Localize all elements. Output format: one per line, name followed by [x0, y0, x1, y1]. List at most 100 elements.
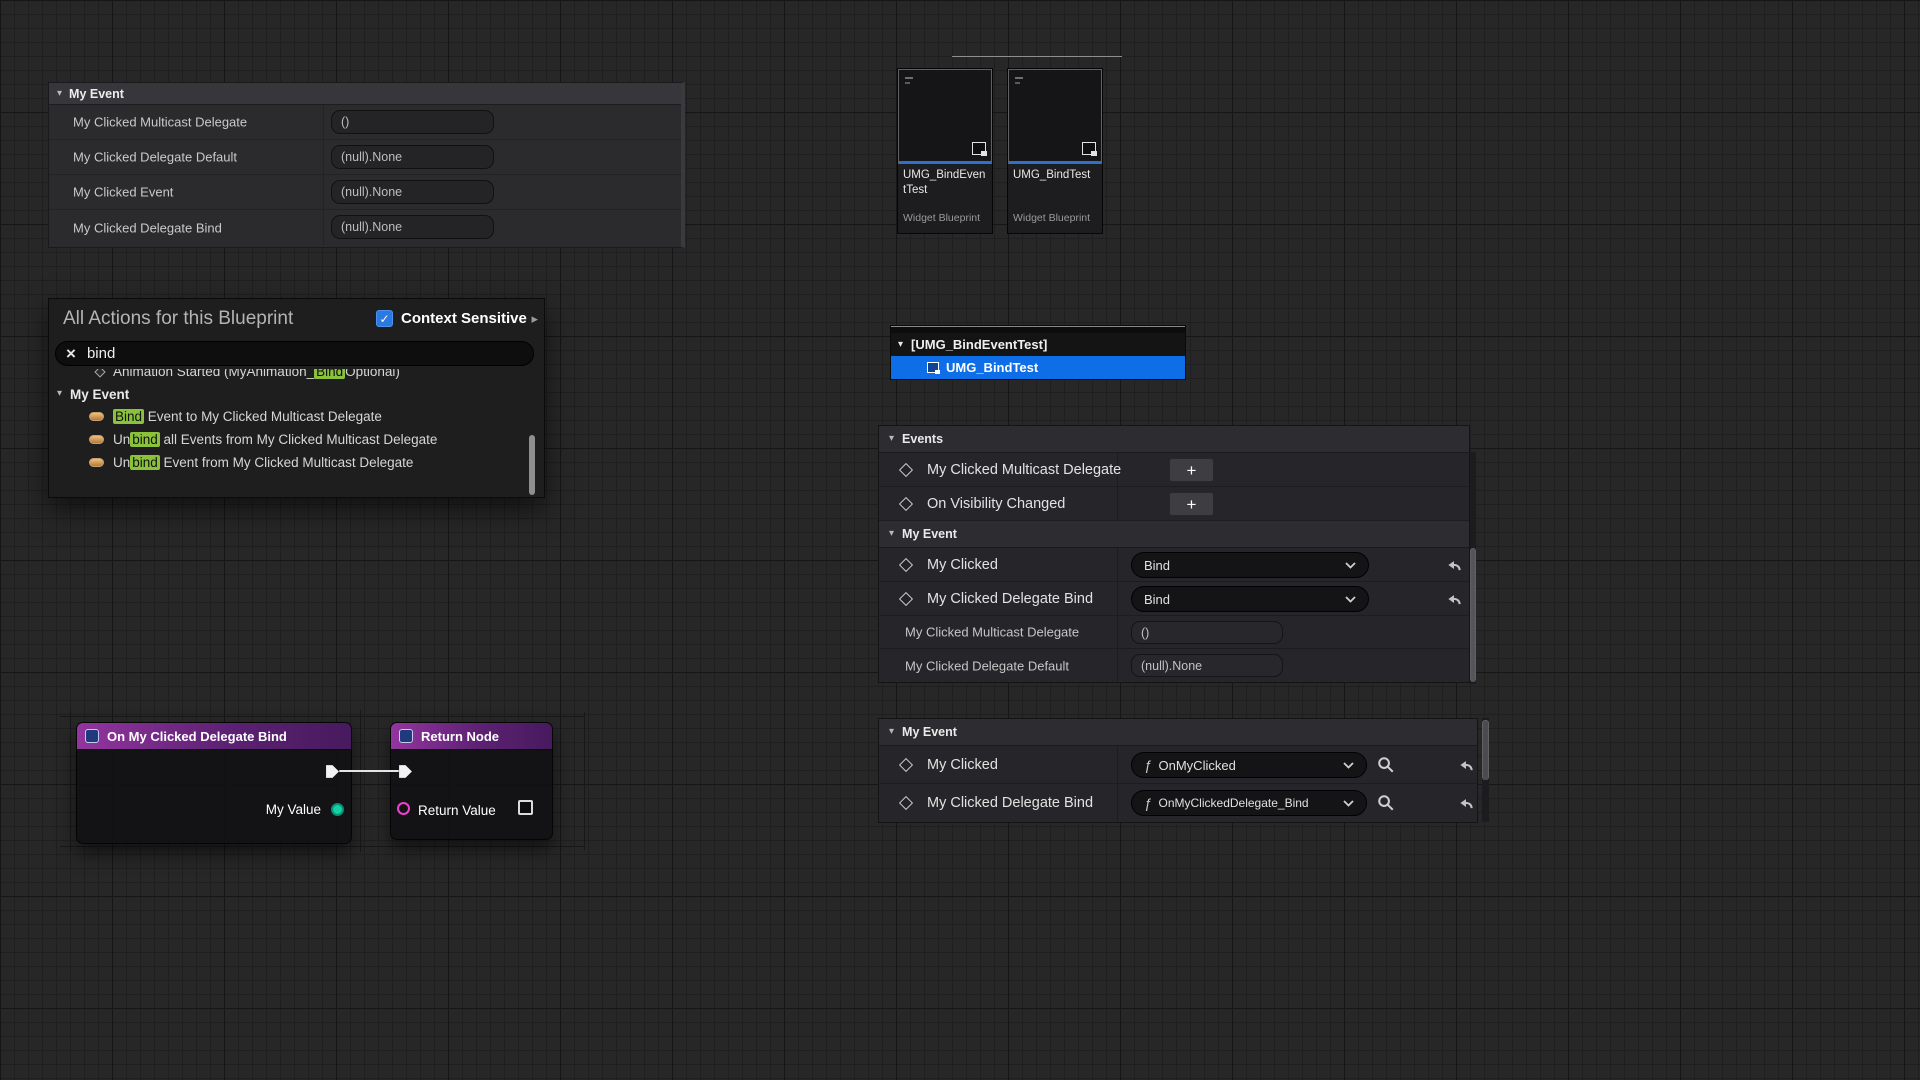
action-item-label: Unbind Event from My Clicked Multicast D…: [113, 455, 413, 470]
asset-tile-umg-bindeventtest[interactable]: UMG_BindEventTest Widget Blueprint: [897, 68, 993, 234]
chevron-down-icon: [1345, 562, 1356, 569]
add-event-button[interactable]: +: [1169, 492, 1214, 516]
actions-scrollbar-thumb[interactable]: [529, 435, 535, 495]
property-value-field[interactable]: (null).None: [331, 215, 494, 239]
property-label: My Clicked Delegate Default: [73, 150, 237, 165]
bindings-scrollbar[interactable]: [1482, 718, 1489, 822]
category-title: My Event: [69, 87, 124, 101]
context-sensitive-checkbox[interactable]: ✓: [376, 310, 393, 327]
delegate-icon: [89, 458, 104, 467]
delegate-icon: [89, 435, 104, 444]
node-header[interactable]: Return Node: [391, 723, 552, 750]
asset-type: Widget Blueprint: [903, 212, 980, 224]
action-item-unbind-event[interactable]: Unbind Event from My Clicked Multicast D…: [49, 451, 544, 474]
event-diamond-icon: [899, 796, 913, 810]
action-item-unbind-all[interactable]: Unbind all Events from My Clicked Multic…: [49, 428, 544, 451]
section-title: My Event: [902, 527, 957, 541]
event-diamond-icon: [899, 591, 913, 605]
node-header[interactable]: On My Clicked Delegate Bind: [77, 723, 351, 750]
event-row-my-clicked: My Clicked Bind: [879, 548, 1469, 582]
event-label: My Clicked Multicast Delegate: [927, 462, 1121, 478]
scrollbar-thumb[interactable]: [1482, 720, 1489, 780]
property-value-field[interactable]: (): [1131, 621, 1283, 644]
reset-to-default-icon[interactable]: [1445, 590, 1463, 608]
chevron-down-icon: [1345, 596, 1356, 603]
events-section-header[interactable]: ▾ Events: [879, 426, 1469, 453]
node-on-my-clicked-delegate-bind[interactable]: On My Clicked Delegate Bind My Value: [76, 722, 352, 844]
reset-to-default-icon[interactable]: [1457, 794, 1475, 812]
value-output-pin[interactable]: [331, 803, 344, 816]
asset-name: UMG_BindEventTest: [903, 168, 987, 198]
chevron-down-icon: [1343, 800, 1354, 807]
clipped-list-item[interactable]: Animation Started (MyAnimation_BindOptio…: [49, 369, 544, 383]
return-value-checkbox[interactable]: [518, 800, 533, 815]
details-panel-events: ▾ Events My Clicked Multicast Delegate +…: [878, 425, 1470, 683]
event-row-my-clicked-delegate-bind: My Clicked Delegate Bind Bind: [879, 582, 1469, 616]
graph-grid-line: [60, 846, 585, 847]
reset-to-default-icon[interactable]: [1457, 756, 1475, 774]
actions-category-my-event[interactable]: ▾ My Event: [49, 383, 544, 405]
actions-search-input[interactable]: × bind: [55, 341, 534, 366]
reset-to-default-icon[interactable]: [1445, 556, 1463, 574]
actions-menu-title: All Actions for this Blueprint: [63, 308, 293, 330]
bind-dropdown[interactable]: Bind: [1131, 586, 1369, 612]
function-binding-dropdown[interactable]: ƒ OnMyClickedDelegate_Bind: [1131, 790, 1367, 816]
hierarchy-selected-label: UMG_BindTest: [946, 360, 1038, 375]
input-pin-label: Return Value: [418, 803, 496, 818]
chevron-down-icon: [1343, 762, 1354, 769]
exec-input-pin[interactable]: [398, 764, 413, 779]
action-item-bind-event[interactable]: Bind Event to My Clicked Multicast Deleg…: [49, 405, 544, 428]
blueprint-editor-canvas: { "icons": { "collapse_down": "▾", "chev…: [0, 0, 1920, 1080]
scrollbar-thumb[interactable]: [1470, 548, 1476, 682]
search-query-text: bind: [87, 345, 115, 362]
collapse-arrow-icon[interactable]: ▾: [898, 340, 903, 350]
event-diamond-icon: [899, 496, 913, 510]
property-row: My Clicked Multicast Delegate (): [49, 105, 681, 140]
browse-to-function-icon[interactable]: [1377, 794, 1395, 812]
output-pin-label: My Value: [266, 802, 321, 817]
delegate-icon: [89, 412, 104, 421]
node-title: Return Node: [421, 729, 499, 744]
widget-blueprint-icon: [1082, 142, 1096, 155]
add-event-button[interactable]: +: [1169, 458, 1214, 482]
asset-label-area: UMG_BindEventTest Widget Blueprint: [898, 164, 992, 230]
event-label: My Clicked Delegate Bind: [927, 591, 1093, 607]
events-scrollbar[interactable]: [1470, 452, 1476, 684]
thumbnail-detail: [905, 77, 913, 79]
content-browser-edge: [952, 56, 1122, 57]
property-value-field[interactable]: (null).None: [1131, 654, 1283, 677]
event-label: My Clicked: [927, 757, 998, 773]
return-value-input-pin[interactable]: [397, 802, 410, 815]
clear-search-icon[interactable]: ×: [66, 345, 76, 362]
property-value-field[interactable]: (null).None: [331, 145, 494, 169]
function-binding-dropdown[interactable]: ƒ OnMyClicked: [1131, 752, 1367, 778]
node-return-node[interactable]: Return Node Return Value: [390, 722, 553, 840]
exec-output-pin[interactable]: [325, 764, 340, 779]
hierarchy-root-label: [UMG_BindEventTest]: [911, 337, 1047, 352]
asset-tile-umg-bindtest[interactable]: UMG_BindTest Widget Blueprint: [1007, 68, 1103, 234]
dropdown-value: OnMyClicked: [1159, 758, 1236, 773]
event-diamond-icon: [94, 369, 105, 377]
event-node-icon: [85, 729, 99, 743]
hierarchy-root-row[interactable]: ▾ [UMG_BindEventTest]: [891, 333, 1185, 356]
collapse-arrow-icon: ▾: [889, 529, 894, 539]
collapse-arrow-icon: ▾: [889, 434, 894, 444]
action-item-label: Unbind all Events from My Clicked Multic…: [113, 432, 437, 447]
my-event-section-header[interactable]: ▾ My Event: [879, 719, 1477, 746]
property-label: My Clicked Event: [73, 185, 173, 200]
action-item-label: Animation Started (MyAnimation_BindOptio…: [113, 369, 400, 379]
property-label: My Clicked Multicast Delegate: [905, 625, 1079, 640]
property-value-field[interactable]: (): [331, 110, 494, 134]
function-icon: ƒ: [1144, 796, 1152, 811]
browse-to-function-icon[interactable]: [1377, 756, 1395, 774]
asset-thumbnail: [1008, 69, 1102, 164]
actions-context-menu: All Actions for this Blueprint ✓ Context…: [48, 298, 545, 498]
property-value-field[interactable]: (null).None: [331, 180, 494, 204]
bind-dropdown[interactable]: Bind: [1131, 552, 1369, 578]
hierarchy-clipped-edge: [891, 326, 1185, 333]
expand-chevron-icon[interactable]: ▸: [531, 311, 538, 327]
my-event-section-header[interactable]: ▾ My Event: [879, 521, 1469, 548]
category-header-my-event[interactable]: ▾ My Event: [49, 83, 681, 105]
context-sensitive-label: Context Sensitive: [401, 310, 527, 327]
hierarchy-selected-row[interactable]: UMG_BindTest: [891, 356, 1185, 379]
